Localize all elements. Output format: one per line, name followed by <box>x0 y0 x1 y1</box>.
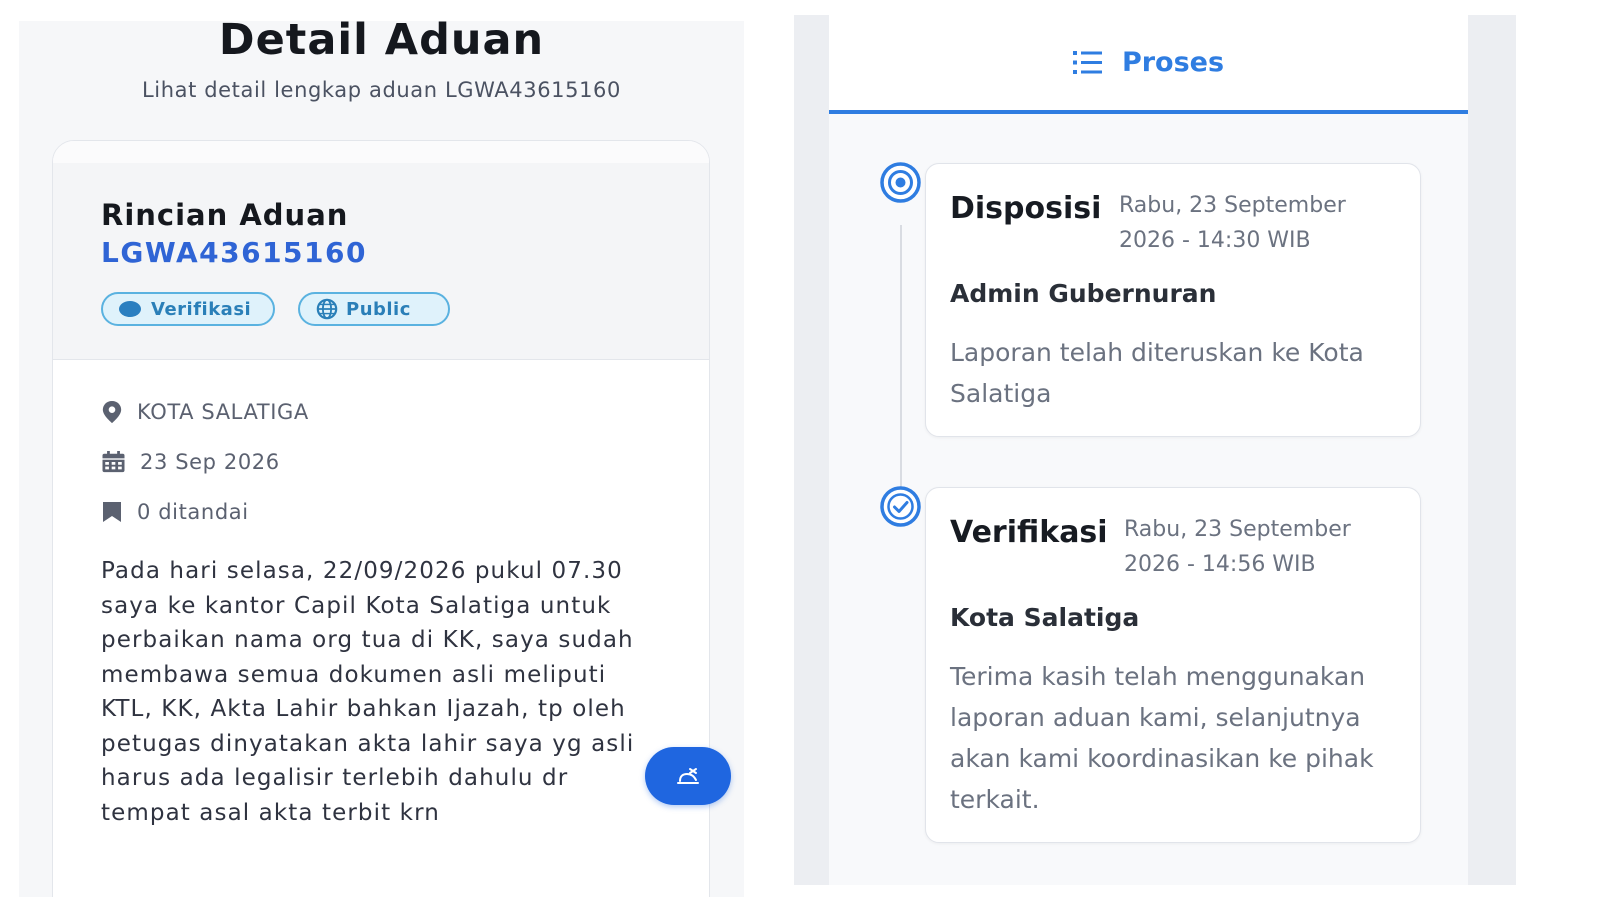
list-icon <box>1072 51 1102 74</box>
location-pin-icon <box>102 401 122 423</box>
date-text: 23 Sep 2026 <box>140 450 280 474</box>
complaint-description: Pada hari selasa, 22/09/2026 pukul 07.30… <box>101 558 635 826</box>
date-row: 23 Sep 2026 <box>101 450 280 474</box>
process-panel: Proses Disposisi Rabu, 23 September 2026… <box>794 15 1516 885</box>
complaint-card-header: Rincian Aduan LGWA43615160 Verifikasi Pu… <box>53 141 709 360</box>
visibility-badge-label: Public <box>346 298 411 320</box>
event-text: Terima kasih telah menggunakan laporan a… <box>950 662 1374 814</box>
bookmark-count: 0 ditandai <box>137 500 249 524</box>
status-dot-icon <box>119 301 141 317</box>
check-circle-icon <box>880 486 921 527</box>
visibility-badge: Public <box>298 292 450 326</box>
calendar-icon <box>102 451 125 473</box>
event-time: Rabu, 23 September 2026 - 14:30 WIB <box>1119 193 1346 253</box>
page-title: Detail Aduan <box>218 21 545 65</box>
status-badge: Verifikasi <box>101 292 275 326</box>
card-title: Rincian Aduan <box>101 198 349 232</box>
location-text: KOTA SALATIGA <box>137 400 309 424</box>
page-subtitle: Lihat detail lengkap aduan LGWA43615160 <box>142 78 621 102</box>
event-actor: Admin Gubernuran <box>950 279 1217 308</box>
event-actor: Kota Salatiga <box>950 603 1140 632</box>
complaint-code: LGWA43615160 <box>101 236 367 269</box>
event-type: Disposisi <box>950 191 1102 226</box>
globe-icon <box>316 298 338 320</box>
timeline-event: Verifikasi Rabu, 23 September 2026 - 14:… <box>925 487 1421 843</box>
bookmark-row: 0 ditandai <box>101 500 249 524</box>
bookmark-icon <box>103 502 121 522</box>
location-row: KOTA SALATIGA <box>101 400 309 424</box>
radio-target-icon <box>880 162 921 203</box>
event-text: Laporan telah diteruskan ke Kota Salatig… <box>950 338 1364 408</box>
complaint-detail-panel: Detail Aduan Lihat detail lengkap aduan … <box>19 21 744 897</box>
timeline-line <box>900 225 902 495</box>
tab-proses[interactable]: Proses <box>829 15 1468 114</box>
complaint-card: Rincian Aduan LGWA43615160 Verifikasi Pu… <box>52 140 710 897</box>
process-content: Proses Disposisi Rabu, 23 September 2026… <box>829 15 1468 885</box>
tab-proses-label: Proses <box>1121 47 1225 78</box>
floating-action-button[interactable] <box>645 747 731 805</box>
event-time: Rabu, 23 September 2026 - 14:56 WIB <box>1124 517 1351 577</box>
hand-icon <box>677 768 699 784</box>
timeline-event: Disposisi Rabu, 23 September 2026 - 14:3… <box>925 163 1421 437</box>
top-strip <box>19 0 744 21</box>
status-badge-label: Verifikasi <box>151 298 252 320</box>
event-type: Verifikasi <box>950 515 1108 550</box>
